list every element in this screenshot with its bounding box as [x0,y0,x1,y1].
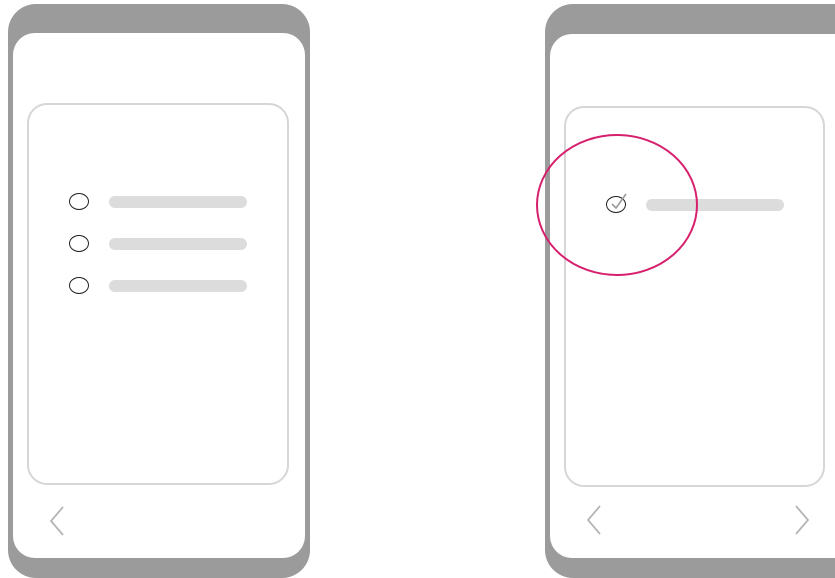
radio-empty-icon[interactable] [69,193,89,210]
phone-screen-right [550,34,835,558]
phone-frame-right [545,4,835,578]
radio-empty-icon[interactable] [69,277,89,294]
option-label-placeholder [109,238,247,250]
chevron-left-icon [586,505,601,535]
back-button[interactable] [580,502,610,538]
phone-frame-left [8,4,310,578]
phone-screen-left [13,33,305,558]
option-row[interactable] [69,277,289,297]
back-button[interactable] [43,503,73,539]
option-label-placeholder [109,280,247,292]
options-card-left [27,103,289,485]
radio-empty-icon[interactable] [69,235,89,252]
forward-button[interactable] [786,502,816,538]
option-row[interactable] [69,235,289,255]
stage [0,0,835,578]
highlight-circle [536,134,698,276]
option-row[interactable] [69,193,289,213]
chevron-left-icon [49,506,64,536]
option-label-placeholder [109,196,247,208]
chevron-right-icon [795,505,810,535]
